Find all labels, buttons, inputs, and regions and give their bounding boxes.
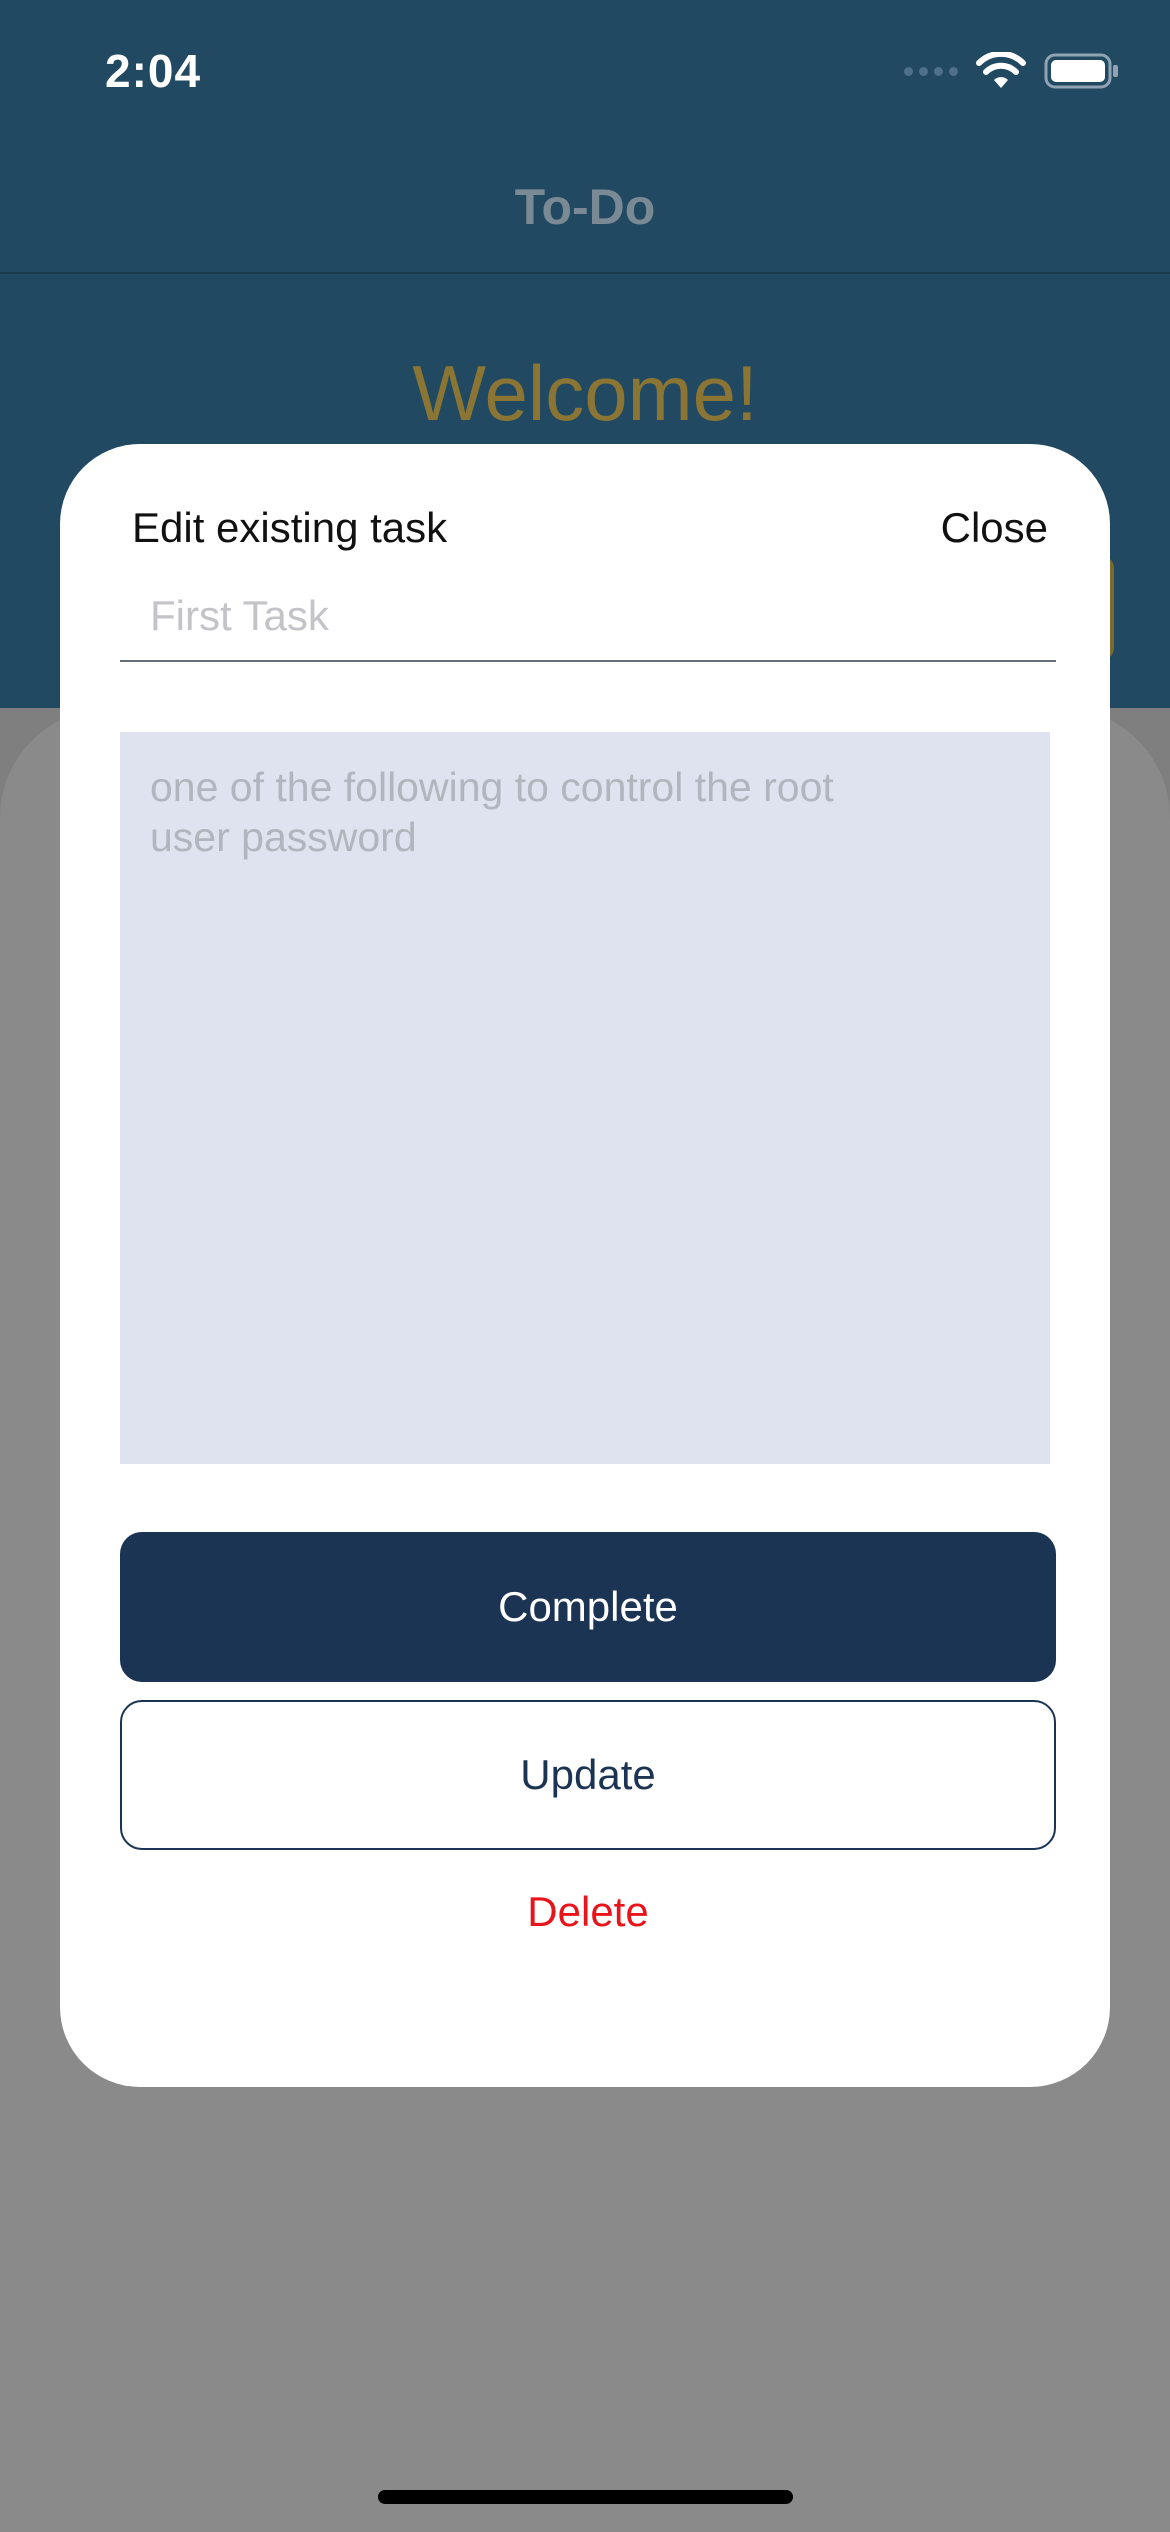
signal-dots-icon [904, 66, 958, 76]
complete-button[interactable]: Complete [120, 1532, 1056, 1682]
wifi-icon [976, 52, 1026, 88]
task-description-input[interactable] [120, 732, 1050, 1464]
home-indicator [378, 2490, 793, 2504]
status-icons [904, 52, 1120, 90]
status-time: 2:04 [105, 45, 202, 97]
task-title-input[interactable] [120, 572, 1056, 662]
battery-icon [1044, 53, 1118, 89]
nav-title: To-Do [514, 179, 656, 235]
nav-divider [0, 272, 1170, 274]
screen: 2:04 To-Do Welcome! Edit existing task C… [0, 0, 1170, 2532]
modal-title: Edit existing task [132, 504, 448, 551]
welcome-heading: Welcome! [412, 349, 758, 437]
update-button[interactable]: Update [120, 1700, 1056, 1850]
close-button[interactable]: Close [941, 504, 1048, 552]
delete-button[interactable]: Delete [120, 1862, 1056, 1962]
edit-task-modal: Edit existing task Close Complete Update… [60, 444, 1110, 2087]
